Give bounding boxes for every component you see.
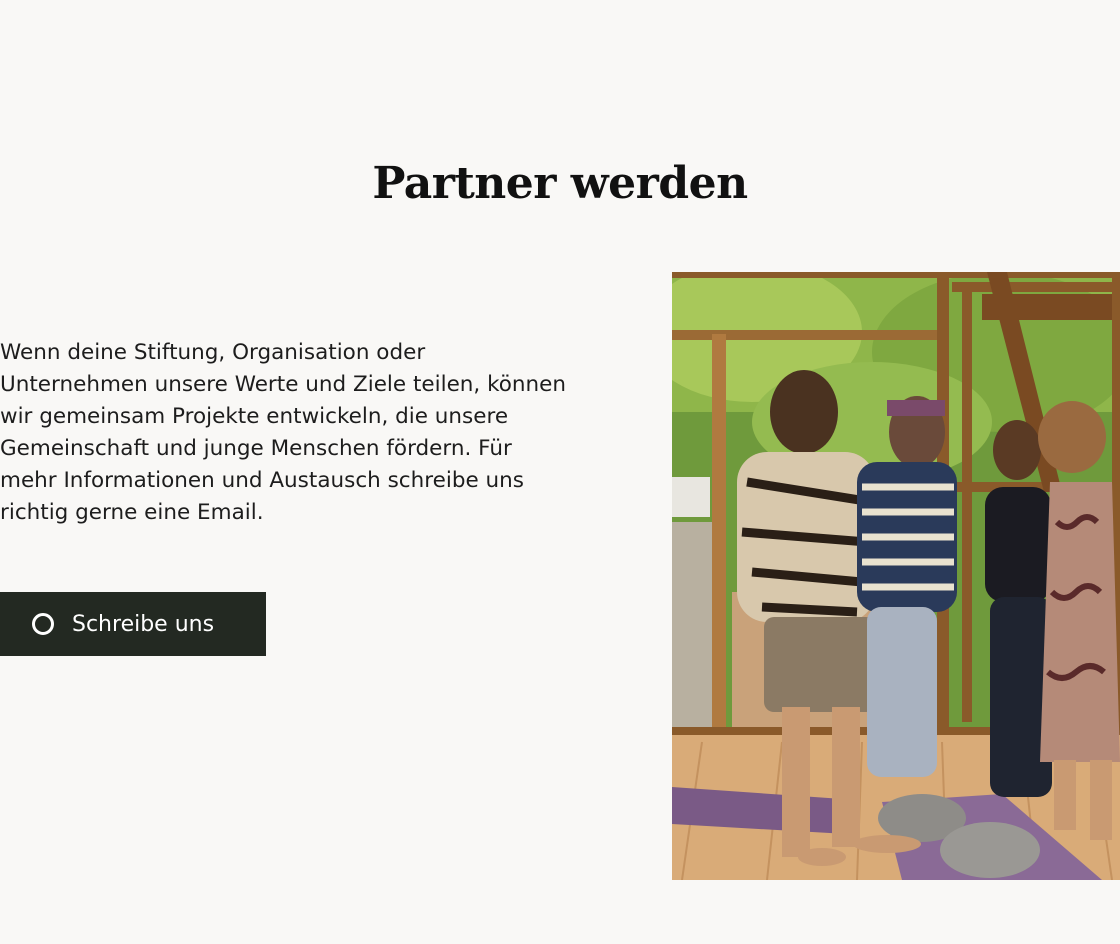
- circle-icon: [32, 613, 54, 635]
- page-title: Partner werden: [372, 158, 748, 209]
- write-us-button-label: Schreibe uns: [72, 611, 215, 637]
- community-photo: [672, 272, 1120, 880]
- write-us-button[interactable]: Schreibe uns: [0, 592, 266, 656]
- partner-description: Wenn deine Stiftung, Organisation oder U…: [0, 340, 567, 525]
